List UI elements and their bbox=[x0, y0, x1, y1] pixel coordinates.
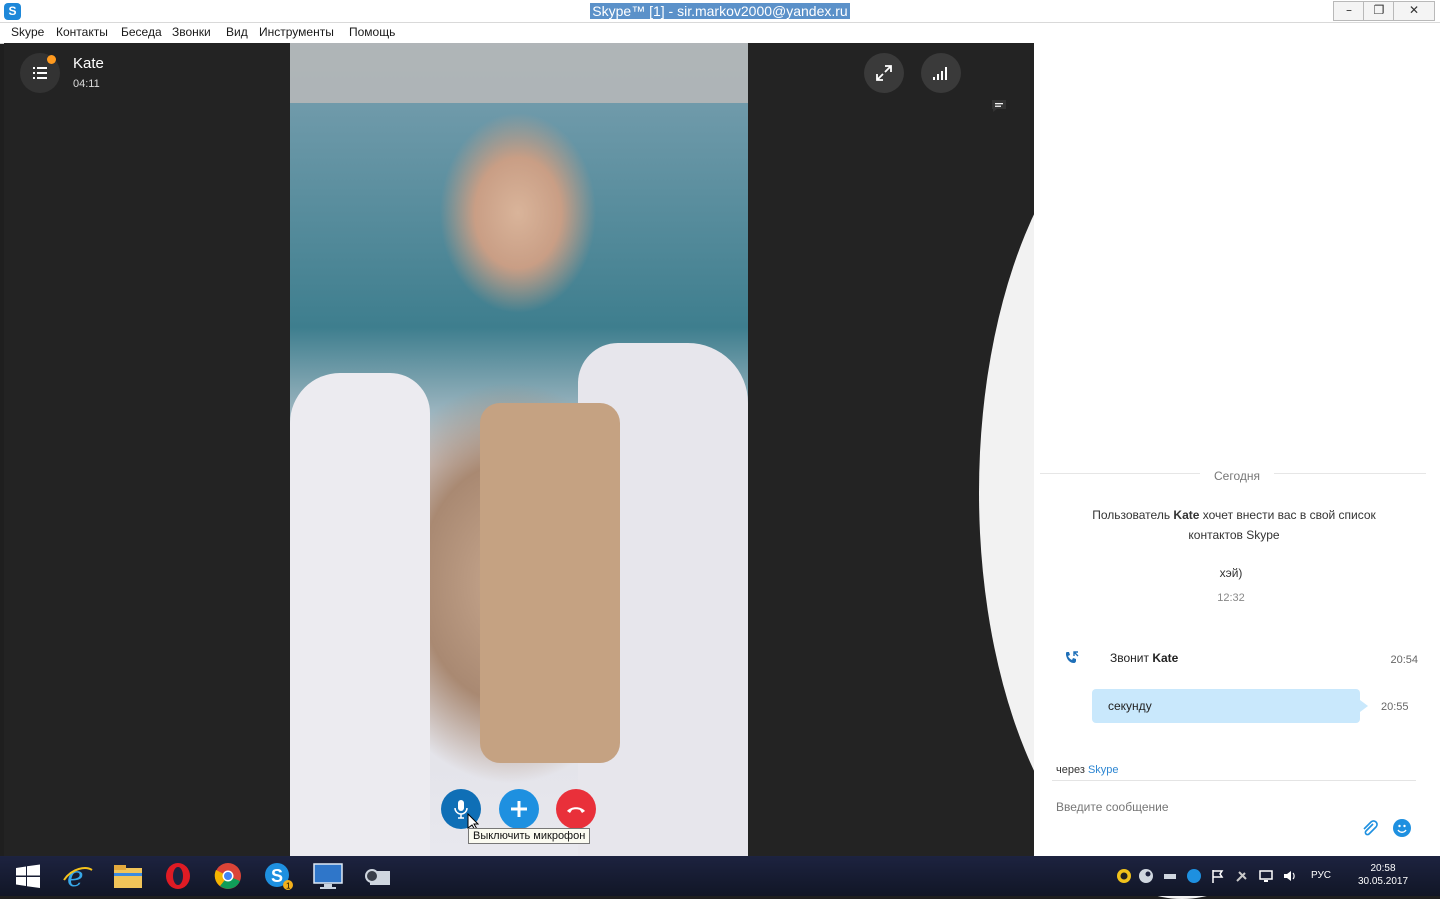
add-icon bbox=[511, 801, 527, 817]
steam-icon[interactable] bbox=[1138, 868, 1154, 884]
close-button[interactable]: ✕ bbox=[1393, 1, 1435, 21]
monitor-icon[interactable] bbox=[310, 860, 346, 892]
fullscreen-icon bbox=[876, 65, 892, 81]
menu-contacts[interactable]: Контакты bbox=[56, 25, 108, 39]
bubble-text: секунду bbox=[1108, 699, 1152, 713]
chat-panel: Сегодня Пользователь Kate хочет внести в… bbox=[1034, 43, 1440, 856]
windows-start-icon[interactable] bbox=[10, 860, 46, 892]
notification-dot bbox=[47, 55, 56, 64]
call-event-time: 20:54 bbox=[1390, 654, 1418, 666]
message-input[interactable]: Введите сообщение bbox=[1056, 800, 1169, 814]
menu-conversation[interactable]: Беседа bbox=[121, 25, 162, 39]
attach-icon[interactable] bbox=[1360, 819, 1380, 839]
svg-text:e: e bbox=[67, 860, 84, 892]
menu-skype[interactable]: Skype bbox=[11, 25, 44, 39]
menu-view[interactable]: Вид bbox=[226, 25, 248, 39]
minimize-button[interactable]: – bbox=[1333, 1, 1365, 21]
volume-icon[interactable] bbox=[1282, 868, 1298, 884]
via-label: через Skype bbox=[1056, 764, 1119, 776]
via-skype-link[interactable]: Skype bbox=[1088, 764, 1119, 776]
display-tray-icon[interactable] bbox=[1258, 868, 1274, 884]
menu-help[interactable]: Помощь bbox=[349, 25, 395, 39]
call-menu-button[interactable] bbox=[20, 53, 60, 93]
fullscreen-button[interactable] bbox=[864, 53, 904, 93]
message-time: 12:32 bbox=[1217, 592, 1245, 604]
video-call-area: Kate 04:11 Выключить микрофон bbox=[4, 43, 1385, 899]
message-bubble: секунду bbox=[1092, 689, 1368, 723]
tools-icon[interactable] bbox=[1234, 868, 1250, 884]
flag-icon[interactable] bbox=[1210, 868, 1226, 884]
bubble-time: 20:55 bbox=[1381, 701, 1409, 713]
emoticon-icon[interactable] bbox=[1393, 819, 1411, 837]
network-tray-icon[interactable] bbox=[1162, 868, 1178, 884]
title-bar: S Skype™ [1] - sir.markov2000@yandex.ru … bbox=[0, 0, 1440, 23]
hangup-icon bbox=[567, 807, 585, 813]
contact-name: Kate bbox=[73, 55, 104, 72]
microphone-tooltip: Выключить микрофон bbox=[468, 828, 591, 844]
hangup-button[interactable] bbox=[556, 789, 596, 829]
call-event: Звонит Kate 20:54 bbox=[1064, 648, 1418, 670]
menu-tools[interactable]: Инструменты bbox=[259, 25, 334, 39]
input-separator bbox=[1052, 780, 1416, 781]
skype-taskbar-icon[interactable]: S 1 bbox=[260, 860, 296, 892]
language-indicator[interactable]: РУС bbox=[1311, 870, 1331, 881]
svg-text:S: S bbox=[271, 866, 283, 886]
opera-icon[interactable] bbox=[160, 860, 196, 892]
media-icon[interactable] bbox=[360, 860, 396, 892]
file-explorer-icon[interactable] bbox=[110, 860, 146, 892]
window-title: Skype™ [1] - sir.markov2000@yandex.ru bbox=[590, 3, 850, 19]
maximize-button[interactable]: ❐ bbox=[1363, 1, 1395, 21]
menu-calls[interactable]: Звонки bbox=[172, 25, 211, 39]
call-quality-button[interactable] bbox=[921, 53, 961, 93]
chrome-icon[interactable] bbox=[210, 860, 246, 892]
windows-taskbar: e S 1 bbox=[0, 856, 1440, 896]
message-text: хэй) bbox=[1219, 566, 1243, 580]
system-message: Пользователь Kate хочет внести вас в сво… bbox=[1092, 508, 1376, 542]
taskbar-clock[interactable]: 20:58 30.05.2017 bbox=[1352, 862, 1414, 888]
date-divider: Сегодня bbox=[1034, 467, 1440, 485]
incoming-call-icon bbox=[1066, 651, 1079, 663]
internet-explorer-icon[interactable]: e bbox=[60, 860, 96, 892]
tray-app-icon[interactable] bbox=[1116, 868, 1132, 884]
skype-tray-icon[interactable] bbox=[1186, 868, 1202, 884]
svg-text:1: 1 bbox=[286, 882, 291, 891]
list-icon bbox=[33, 67, 47, 79]
remote-video-feed bbox=[290, 43, 748, 856]
signal-icon bbox=[933, 67, 947, 80]
call-duration: 04:11 bbox=[73, 78, 100, 90]
chat-icon bbox=[992, 100, 1006, 112]
add-participant-button[interactable] bbox=[499, 789, 539, 829]
menu-bar: Skype Контакты Беседа Звонки Вид Инструм… bbox=[0, 23, 1440, 44]
